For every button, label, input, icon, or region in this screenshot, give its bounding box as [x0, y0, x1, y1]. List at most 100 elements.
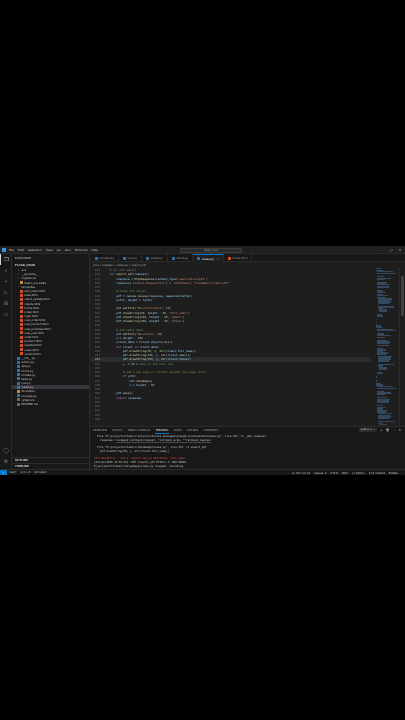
html-file-icon	[20, 302, 23, 306]
files-icon[interactable]: ❐	[0, 254, 12, 265]
editor-tab[interactable]: urls.py	[119, 254, 142, 262]
menu-view[interactable]: View	[46, 248, 53, 252]
editor-tab[interactable]: views.py ×	[193, 254, 224, 262]
line-number: 166	[95, 416, 100, 421]
code-text: y -= 20 # move to the next row	[122, 361, 173, 366]
status-item[interactable]: 3.12.3 64-bit	[369, 472, 385, 475]
html-file-icon	[20, 331, 23, 335]
editor-tab[interactable]: home.html	[224, 254, 253, 262]
py-file-icon	[145, 256, 149, 260]
py-file-icon	[17, 394, 20, 398]
html-file-icon	[20, 339, 23, 343]
minimap-line	[377, 279, 385, 281]
html-file-icon	[20, 318, 23, 322]
terminal-output[interactable]: File "E:\projects\flask\crud\env\Lib\sit…	[91, 434, 405, 469]
code-text: pdf.drawString(250, height - 50, "phone"…	[116, 319, 185, 323]
py-file-icon	[17, 360, 20, 364]
run-debug-icon[interactable]: ▷	[0, 287, 12, 298]
status-item[interactable]: Ln 152, Col 14	[292, 472, 310, 475]
py-file-icon	[17, 385, 20, 389]
code-line[interactable]: 166	[91, 417, 371, 421]
git-graph[interactable]: Git Graph	[34, 471, 46, 474]
problems-count[interactable]: ⊗ 0 ⚠ 0	[21, 471, 31, 474]
menu-selection[interactable]: Selection	[28, 248, 42, 252]
status-item[interactable]: Prettier	[389, 472, 398, 475]
more-icon[interactable]: ⋯	[392, 428, 395, 432]
panel-tab-terminal[interactable]: TERMINAL	[155, 427, 169, 434]
menu-help[interactable]: Help	[91, 248, 98, 252]
minimap-line	[376, 319, 377, 321]
html-file-icon	[20, 297, 23, 301]
editor-tabs: models.py urls.py views.py client.py views.p…	[91, 254, 405, 262]
status-right: Ln 152, Col 14 Spaces: 4 UTF-8 CRLF {} Pytho…	[292, 470, 402, 475]
outline-section[interactable]: OUTLINE	[12, 457, 89, 462]
html-file-icon	[20, 348, 23, 352]
panel-tab-problems[interactable]: PROBLEMS	[93, 427, 107, 434]
html-file-icon	[20, 306, 23, 310]
panel-tab-debug-console[interactable]: DEBUG CONSOLE	[128, 427, 151, 434]
window-controls: – □ ✕	[380, 248, 402, 252]
remote-explorer-icon[interactable]: ▭	[0, 309, 12, 320]
status-item[interactable]: Spaces: 4	[314, 472, 326, 475]
close-icon[interactable]: ✕	[398, 248, 402, 252]
code-text: response['Content-Disposition'] = 'attac…	[116, 280, 231, 285]
status-item[interactable]: UTF-8	[330, 472, 337, 475]
remote-indicator-icon[interactable]: ⌁	[0, 469, 7, 475]
html-file-icon	[20, 335, 23, 339]
terminal-selector[interactable]: python + ~	[358, 428, 378, 432]
status-item[interactable]: CRLF	[342, 472, 348, 475]
git-branch[interactable]: main*	[9, 471, 17, 474]
html-file-icon	[20, 352, 23, 356]
scroll-thumb[interactable]	[400, 276, 404, 316]
explorer-sidebar: EXPLORER FLASK_CRUD › env › __pycache__ › mig…	[12, 254, 90, 469]
tree-item-label: README.md	[21, 402, 39, 406]
editor-tab[interactable]: views.py	[142, 254, 168, 262]
py-file-icon	[17, 377, 20, 381]
menu-edit[interactable]: Edit	[18, 248, 24, 252]
html-file-icon	[20, 343, 23, 347]
extensions-icon[interactable]: ⊞	[0, 298, 12, 309]
vscode-logo-icon	[2, 247, 6, 252]
gear-icon[interactable]: ⚙	[0, 456, 12, 467]
code-text: return response	[116, 395, 142, 400]
maximize-icon[interactable]: □	[389, 248, 393, 252]
command-center-search[interactable]: flask_crud	[180, 247, 242, 253]
git-file-icon	[17, 402, 20, 406]
tree-item[interactable]: README.md	[12, 402, 89, 406]
panel-tab-ports[interactable]: PORTS	[174, 427, 182, 434]
minimize-icon[interactable]: –	[380, 248, 384, 252]
py-file-icon	[17, 364, 20, 368]
tab-label: models.py	[99, 256, 115, 260]
panel-tab-comments[interactable]: COMMENTS	[203, 427, 218, 434]
close-tab-icon[interactable]: ×	[216, 255, 218, 263]
status-item[interactable]: {} Python	[352, 472, 365, 475]
panel-tab-gitlens[interactable]: GITLENS	[187, 427, 198, 434]
tab-label: views.py	[150, 256, 163, 260]
db-file-icon	[20, 281, 23, 285]
editor-scrollbar[interactable]	[399, 268, 404, 426]
html-file-icon	[227, 256, 231, 260]
add-terminal-icon[interactable]: +	[380, 428, 383, 432]
menu-run[interactable]: Run	[65, 248, 71, 252]
panel-tab-output[interactable]: OUTPUT	[112, 427, 123, 434]
timeline-section[interactable]: TIMELINE	[12, 462, 89, 468]
html-file-icon	[20, 293, 23, 297]
search-icon[interactable]: ⌕	[0, 265, 12, 276]
html-file-icon	[20, 314, 23, 318]
code-editor[interactable]: 131 # for pdf export 132 def export_pdf(r…	[91, 268, 371, 426]
account-icon[interactable]: ◯	[0, 445, 12, 456]
menu-file[interactable]: File	[9, 248, 14, 252]
source-control-icon[interactable]: ⑂	[0, 276, 12, 287]
editor-tab[interactable]: models.py	[91, 254, 119, 262]
minimap-line	[377, 336, 385, 338]
menu-terminal[interactable]: Terminal	[75, 248, 88, 252]
editor-tab[interactable]: client.py	[168, 254, 194, 262]
folder-chevron-icon: ›	[17, 284, 20, 289]
close-panel-icon[interactable]: ✕	[398, 428, 401, 432]
trash-icon[interactable]: 🗑	[386, 428, 390, 432]
menu-go[interactable]: Go	[57, 248, 61, 252]
minimap[interactable]	[375, 268, 397, 426]
folder-chevron-icon: ›	[17, 275, 20, 280]
